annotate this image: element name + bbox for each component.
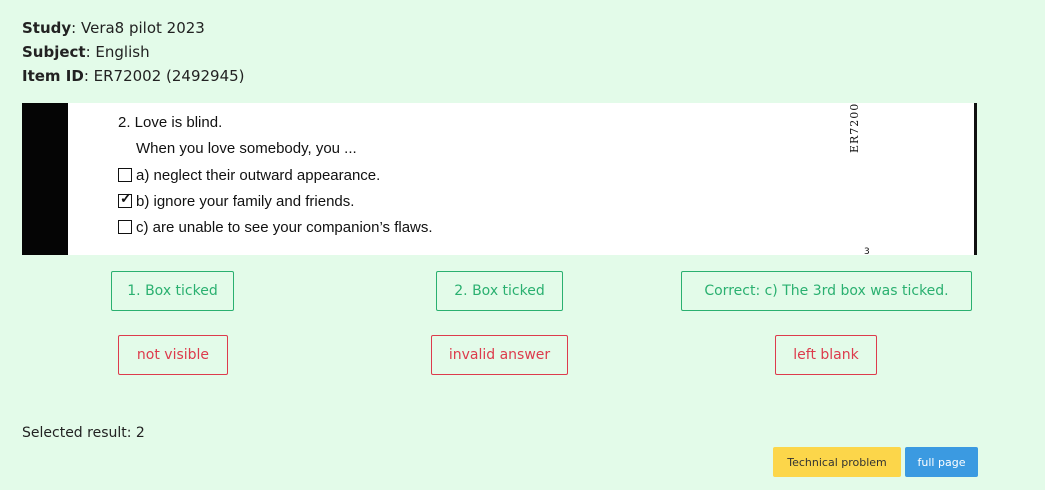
corner-mark: 3 [864,247,870,255]
checkbox-ticked-icon: ✓ [118,190,132,208]
subject-label: Subject [22,43,86,61]
full-page-button[interactable]: full page [905,447,978,477]
subject-value: : English [85,43,150,61]
study-value: : Vera8 pilot 2023 [71,19,205,37]
question-title: 2. Love is blind. [118,114,223,131]
left-blank-button[interactable]: left blank [775,335,877,375]
option-a: a) neglect their outward appearance. [118,167,380,184]
item-id-value: : ER72002 (2492945) [83,67,245,85]
technical-problem-button[interactable]: Technical problem [773,447,901,477]
selected-result: Selected result: 2 [22,425,145,441]
answer-correct-button[interactable]: Correct: c) The 3rd box was ticked. [681,271,972,311]
option-b-text: b) ignore your family and friends. [136,193,355,210]
item-id-row: Item ID: ER72002 (2492945) [22,64,245,88]
study-row: Study: Vera8 pilot 2023 [22,16,245,40]
subject-row: Subject: English [22,40,245,64]
scan-right-border [974,103,977,255]
invalid-answer-button[interactable]: invalid answer [431,335,568,375]
scan-left-border [22,103,68,255]
option-c-text: c) are unable to see your companion’s fl… [136,219,433,236]
option-a-text: a) neglect their outward appearance. [136,167,381,184]
question-stem: When you love somebody, you ... [136,140,357,157]
item-metadata: Study: Vera8 pilot 2023 Subject: English… [22,16,245,88]
answer-2-box-ticked-button[interactable]: 2. Box ticked [436,271,563,311]
item-id-label: Item ID [22,67,84,85]
checkbox-empty-icon [118,220,132,234]
not-visible-button[interactable]: not visible [118,335,228,375]
checkbox-empty-icon [118,168,132,182]
printed-item-code: ER72002 [848,103,861,153]
scanned-answer-image: 2. Love is blind. When you love somebody… [22,103,977,255]
answer-1-box-ticked-button[interactable]: 1. Box ticked [111,271,234,311]
tick-mark-icon: ✓ [120,190,132,206]
study-label: Study [22,19,72,37]
review-panel: Study: Vera8 pilot 2023 Subject: English… [0,0,1045,490]
option-c: c) are unable to see your companion’s fl… [118,219,433,236]
option-b: ✓ b) ignore your family and friends. [118,190,355,210]
